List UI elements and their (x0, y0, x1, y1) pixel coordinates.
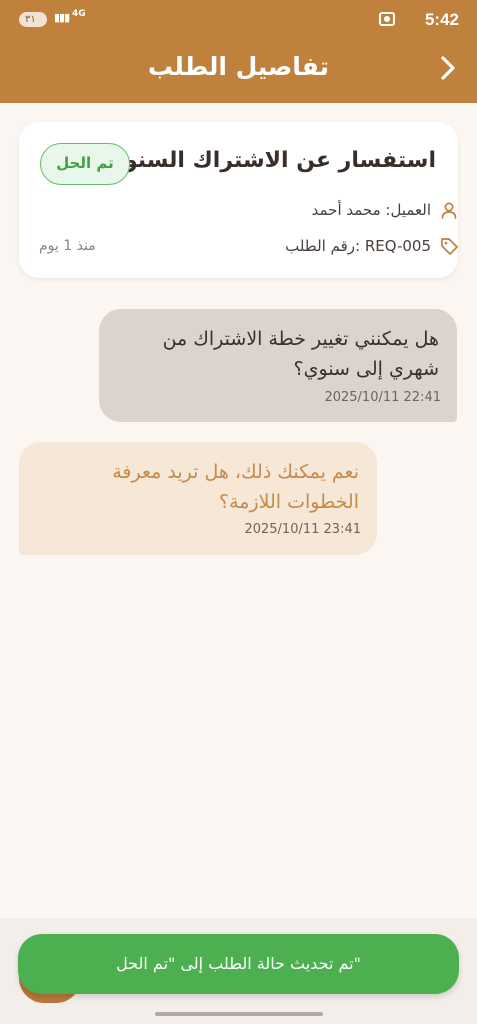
request-age: منذ 1 يوم (39, 238, 96, 254)
message-bubble-user: هل يمكنني تغيير خطة الاشتراك من شهري إلى… (99, 309, 457, 422)
chevron-right-icon (441, 56, 455, 80)
message-line: الخطوات اللازمة؟ (219, 491, 359, 513)
message-timestamp: 2025/10/11 23:41 (244, 522, 361, 537)
message-line: هل يمكنني تغيير خطة الاشتراك من (162, 328, 439, 350)
page-title: تفاصيل الطلب (147, 52, 330, 81)
request-title: استفسار عن الاشتراك السنوي (103, 148, 436, 173)
signal-icon: ▮▮▮ (54, 11, 70, 24)
toast-message: تم تحديث حالة الطلب إلى "تم الحل" (18, 934, 459, 994)
app-bar: ٣١ ▮▮▮ 4G 5:42 تفاصيل الطلب (0, 0, 477, 103)
screen-record-icon (379, 12, 395, 26)
message-line: شهري إلى سنوي؟ (293, 358, 439, 380)
request-number-row: رقم الطلب: REQ-005 (285, 236, 459, 256)
tag-icon (439, 236, 459, 256)
network-type: 4G (72, 9, 86, 19)
status-badge: تم الحل (40, 143, 130, 185)
status-bar: ٣١ ▮▮▮ 4G 5:42 (0, 0, 477, 40)
home-indicator[interactable] (155, 1012, 323, 1016)
customer-row: العميل: محمد أحمد (312, 200, 459, 220)
message-text: نعم يمكنك ذلك، هل تريد معرفة الخطوات الل… (39, 457, 359, 517)
user-icon (439, 200, 459, 220)
status-time: 5:42 (424, 10, 459, 29)
back-button[interactable] (433, 53, 463, 83)
message-line: نعم يمكنك ذلك، هل تريد معرفة (112, 461, 359, 483)
message-timestamp: 2025/10/11 22:41 (324, 390, 441, 405)
message-bubble-agent: نعم يمكنك ذلك، هل تريد معرفة الخطوات الل… (19, 442, 377, 555)
message-text: هل يمكنني تغيير خطة الاشتراك من شهري إلى… (119, 324, 439, 384)
request-number: رقم الطلب: REQ-005 (285, 237, 431, 255)
battery-indicator: ٣١ (19, 12, 47, 27)
customer-name: العميل: محمد أحمد (311, 201, 431, 219)
